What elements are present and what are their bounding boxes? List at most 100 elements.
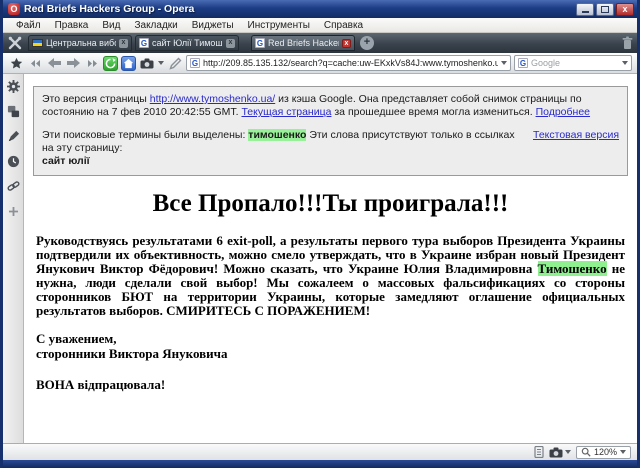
cache-text: Это версия страницы [42,93,150,105]
rewind-icon [30,59,41,68]
signature-block: С уважением, сторонники Виктора Янукович… [36,331,625,361]
tab-bar: Центральна виборча к... x G сайт Юлії Ти… [3,33,637,53]
add-panel-button[interactable] [5,203,21,219]
signature-line: сторонники Виктора Януковича [36,346,625,361]
address-bar: G http://209.85.135.132/search?q=cache:u… [3,53,637,74]
zoom-level: 120% [594,447,617,457]
settings-panel-button[interactable] [5,78,21,94]
panel-selector [3,74,24,443]
title-bar[interactable]: O Red Briefs Hackers Group - Opera x [3,0,637,18]
highlighted-name: Тимошенко [538,261,607,276]
main-area: Это версия страницы http://www.tymoshenk… [3,74,637,443]
clock-icon [7,155,20,168]
google-favicon-icon: G [518,58,528,68]
google-favicon-icon: G [190,58,200,68]
highlighted-term: тимошенко [248,129,306,141]
tab-label: Центральна виборча к... [46,38,116,48]
cached-site-link[interactable]: http://www.tymoshenko.ua/ [150,93,275,105]
search-query-terms: сайт юлії [42,155,619,168]
back-button[interactable] [46,55,62,71]
fit-dropdown-caret[interactable] [565,450,571,454]
widgets-panel-button[interactable] [5,103,21,119]
tab-close-icon[interactable]: x [342,39,351,48]
closing-line: ВОНА відпрацювала! [36,377,625,393]
camera-icon[interactable] [549,447,563,458]
tab-red-briefs-active[interactable]: G Red Briefs Hackers Group x [251,35,355,51]
tab-close-icon[interactable]: x [119,39,128,48]
search-field[interactable]: G Google [514,55,632,71]
pencil-icon [169,57,182,70]
opera-logo-icon: O [8,3,20,15]
bookmark-star-button[interactable] [8,55,24,71]
url-field[interactable]: G http://209.85.135.132/search?q=cache:u… [186,55,511,71]
history-panel-button[interactable] [5,153,21,169]
page-title: Все Пропало!!!Ты проиграла!!! [36,190,625,218]
google-favicon-icon: G [139,38,149,48]
search-placeholder: Google [531,58,619,68]
minimize-button[interactable] [576,3,594,16]
page-view-icon[interactable] [534,446,544,458]
camera-icon [140,58,154,69]
menu-widgets[interactable]: Виджеты [185,20,241,31]
cache-text: Эти поисковые термины были выделены: [42,129,248,141]
text-version-link[interactable]: Текстовая версия [533,129,619,142]
google-cache-notice: Это версия страницы http://www.tymoshenk… [33,86,628,176]
back-arrow-icon [48,58,61,68]
gear-icon [7,80,20,93]
links-panel-button[interactable] [5,178,21,194]
forward-button[interactable] [65,55,81,71]
home-button[interactable] [121,56,136,71]
current-page-link[interactable]: Текущая страница [241,106,331,118]
chain-link-icon [7,180,20,193]
reload-button[interactable] [103,56,118,71]
fast-forward-icon [87,59,98,68]
url-dropdown-caret[interactable] [501,61,507,65]
cache-text: за прошедшее время могла измениться. [331,106,535,118]
panels-toggle-button[interactable] [6,35,24,51]
notes-button[interactable] [167,55,183,71]
window-title: Red Briefs Hackers Group - Opera [24,3,574,15]
url-text: http://209.85.135.132/search?q=cache:uw-… [203,58,498,68]
maximize-icon [601,6,609,13]
fast-forward-button[interactable] [84,55,100,71]
paragraph-text: Руководствуясь результатами 6 exit-poll,… [36,233,625,276]
minimize-icon [582,11,589,13]
status-bar: 120% [3,443,637,460]
close-button[interactable]: x [616,3,634,16]
tab-close-icon[interactable]: x [226,39,235,48]
menu-help[interactable]: Справка [317,20,370,31]
reload-icon [105,58,116,69]
defaced-page-body: Все Пропало!!!Ты проиграла!!! Руководств… [33,190,628,393]
page-content: Это версия страницы http://www.tymoshenk… [24,74,637,443]
cache-terms-line: Текстовая версия Эти поисковые термины б… [42,129,619,168]
zoom-control[interactable]: 120% [576,446,631,459]
notes-panel-button[interactable] [5,128,21,144]
windows-icon [7,105,20,118]
new-tab-button[interactable]: + [360,36,374,50]
main-paragraph: Руководствуясь результатами 6 exit-poll,… [36,234,625,318]
details-link[interactable]: Подробнее [536,106,590,118]
menu-bookmarks[interactable]: Закладки [127,20,184,31]
browser-window: O Red Briefs Hackers Group - Opera x Фай… [0,0,640,468]
paragraph-emphasis: СМИРИТЕСЬ С ПОРАЖЕНИЕМ! [166,303,370,318]
zoom-dropdown-caret[interactable] [620,450,626,454]
tab-tymoshenko-site[interactable]: G сайт Юлії Тимошенко - ... x [135,35,239,51]
tab-label: Red Briefs Hackers Group [268,38,339,48]
maximize-button[interactable] [596,3,614,16]
home-icon [123,58,134,69]
rewind-button[interactable] [27,55,43,71]
star-icon [10,57,23,70]
menu-file[interactable]: Файл [9,20,48,31]
menu-bar: Файл Правка Вид Закладки Виджеты Инструм… [3,18,637,33]
menu-view[interactable]: Вид [95,20,127,31]
capture-dropdown-caret[interactable] [158,61,164,65]
menu-edit[interactable]: Правка [48,20,96,31]
trash-icon[interactable] [621,36,634,50]
signature-line: С уважением, [36,331,625,346]
menu-tools[interactable]: Инструменты [241,20,317,31]
ukraine-flag-icon [32,39,43,47]
plus-icon [9,207,18,216]
tab-central-election[interactable]: Центральна виборча к... x [28,35,132,51]
capture-button[interactable] [139,55,155,71]
search-dropdown-caret[interactable] [622,61,628,65]
